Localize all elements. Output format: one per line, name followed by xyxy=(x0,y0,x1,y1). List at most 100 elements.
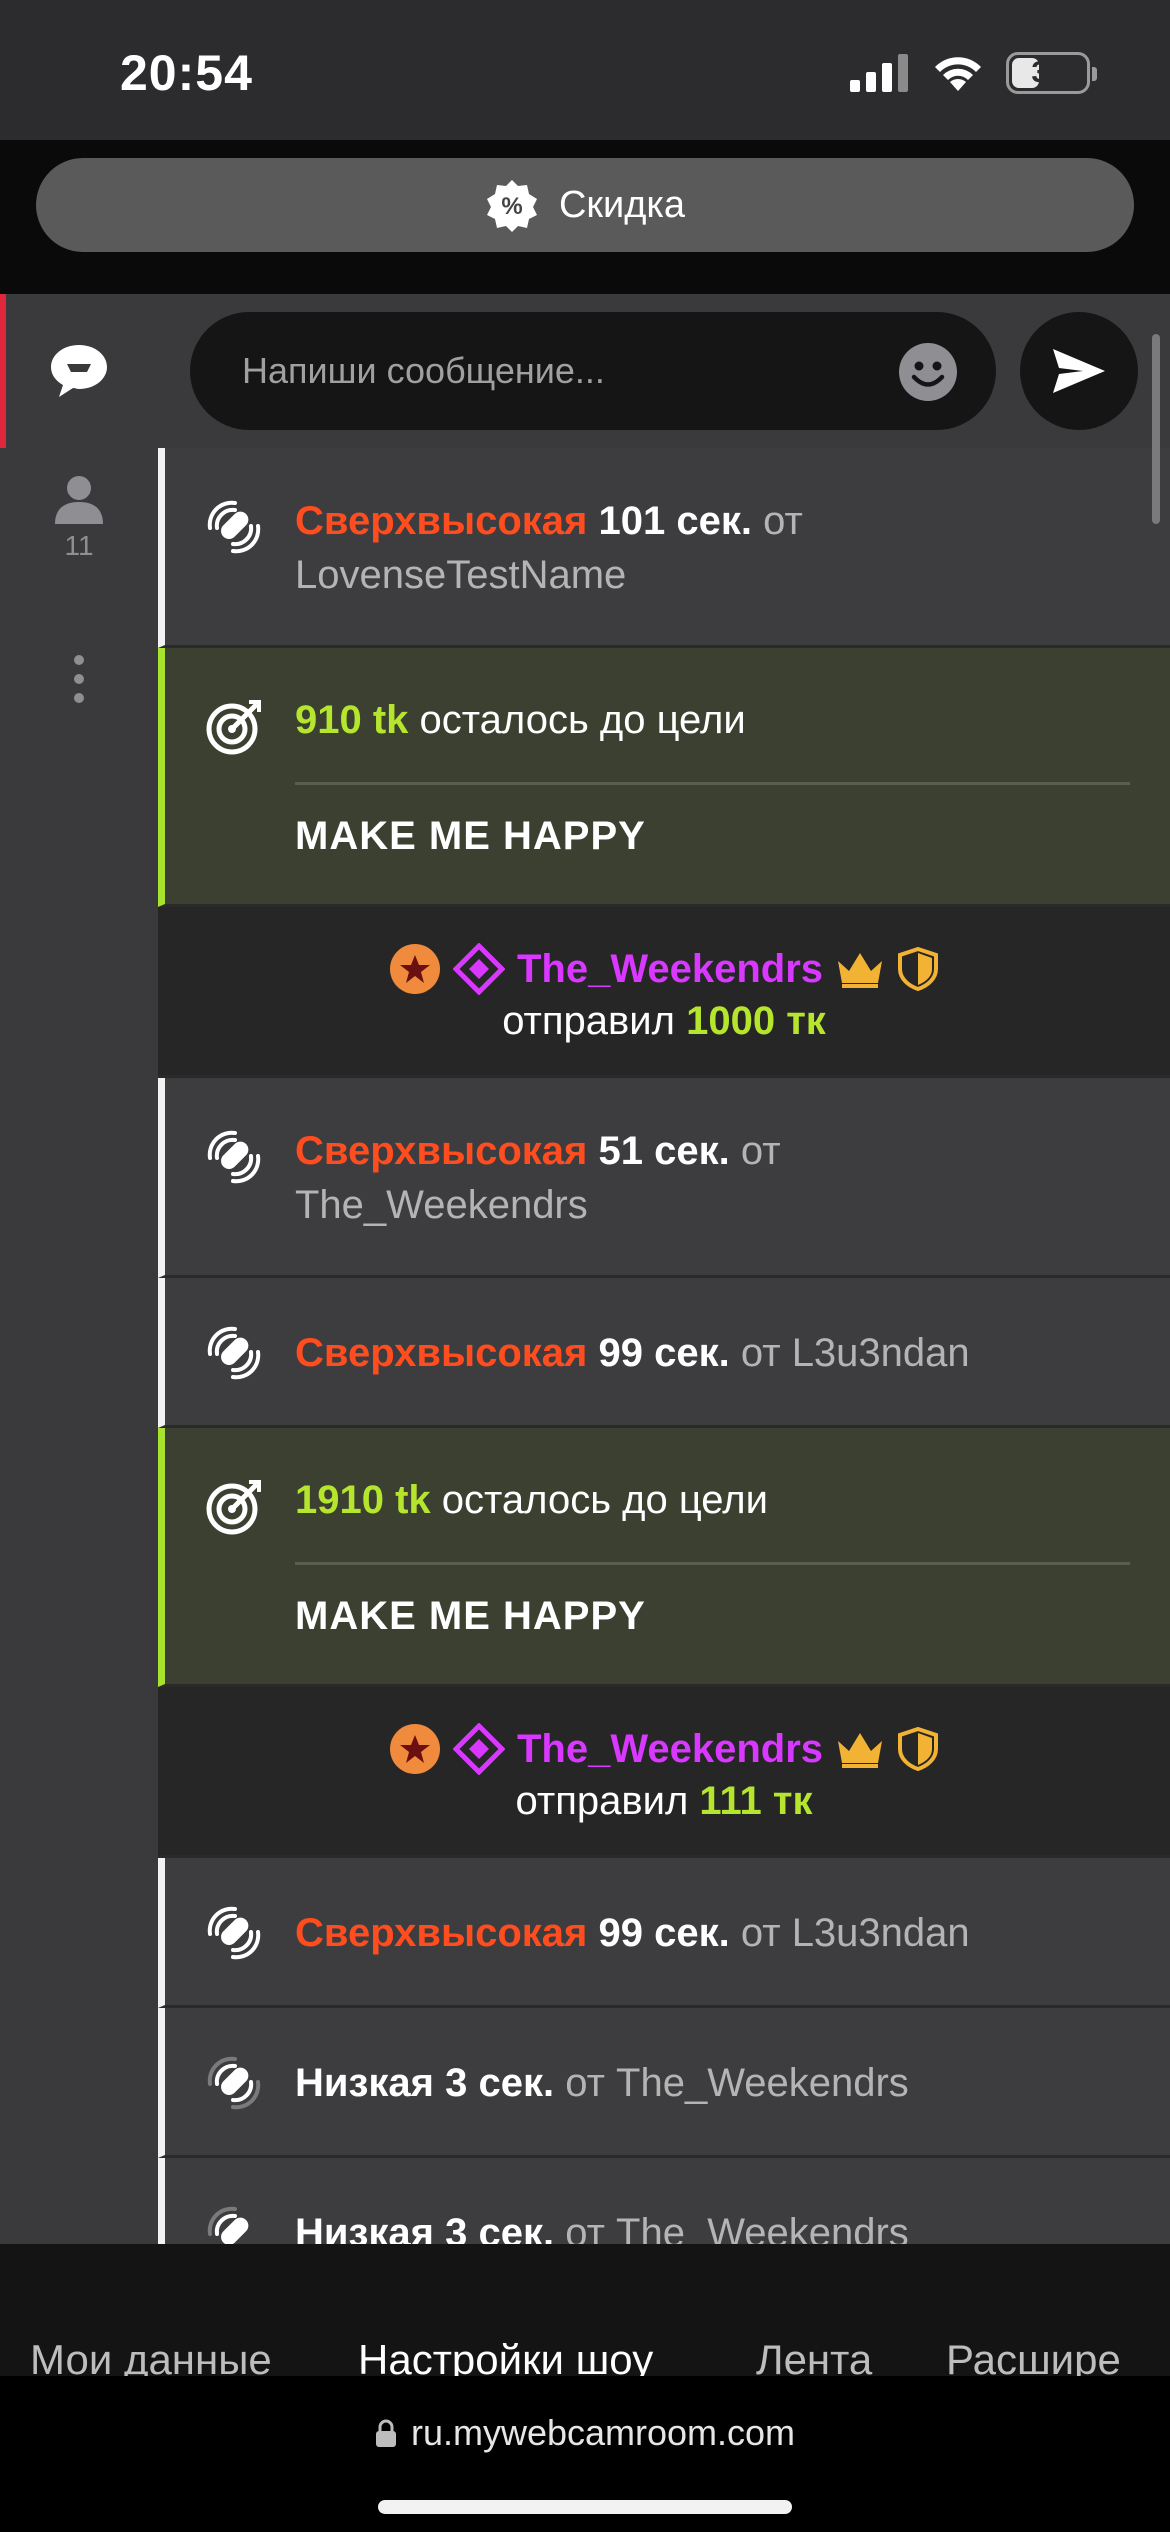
tab-feed[interactable]: Лента xyxy=(756,2336,872,2376)
from-label: от xyxy=(740,1331,781,1375)
username-link[interactable]: LovenseTestName xyxy=(295,553,626,597)
cellular-signal-icon xyxy=(850,54,908,92)
tab-my-data[interactable]: Мои данные xyxy=(30,2336,272,2376)
chat-panel: Сверхвысокая 101 сек. от LovenseTestName… xyxy=(158,294,1170,2244)
goal-amount: 1910 tk xyxy=(295,1478,431,1522)
status-time: 20:54 xyxy=(120,45,253,101)
list-item: Низкая 3 сек. от The_Weekendrs xyxy=(158,2158,1170,2244)
target-goal-icon xyxy=(206,700,261,755)
lock-icon xyxy=(375,2419,396,2447)
vibration-duration: 3 сек. xyxy=(445,2061,555,2105)
browser-url-bar: ru.mywebcamroom.com xyxy=(0,2376,1170,2532)
username-link[interactable]: L3u3ndan xyxy=(792,1331,970,1375)
divider xyxy=(295,1562,1130,1565)
vibration-message: Низкая 3 сек. от The_Weekendrs xyxy=(295,2056,1130,2110)
goal-item: 1910 tk осталось до цели MAKE ME HAPPY xyxy=(158,1428,1170,1687)
users-count: 11 xyxy=(64,530,94,561)
tipper-username[interactable]: The_Weekendrs xyxy=(517,1727,823,1772)
send-button[interactable] xyxy=(1020,312,1138,430)
svg-text:%: % xyxy=(501,193,522,220)
bottom-nav: Мои данные Настройки шоу Лента Расшире xyxy=(0,2244,1170,2376)
tipper-username[interactable]: The_Weekendrs xyxy=(517,947,823,992)
tip-text: отправил 111 тк xyxy=(158,1779,1170,1824)
goal-title: MAKE ME HAPPY xyxy=(295,1594,646,1638)
discount-button[interactable]: % Скидка xyxy=(36,158,1134,252)
list-item: Сверхвысокая 99 сек. от L3u3ndan xyxy=(158,1278,1170,1428)
tab-show-settings[interactable]: Настройки шоу xyxy=(358,2336,653,2376)
url-display[interactable]: ru.mywebcamroom.com xyxy=(0,2412,1170,2454)
sidebar-item-chat[interactable] xyxy=(0,294,158,448)
tip-user: The_Weekendrs xyxy=(158,1723,1170,1775)
status-icons: 34 xyxy=(850,52,1097,94)
username-link[interactable]: The_Weekendrs xyxy=(295,1183,588,1227)
vibration-level: Сверхвысокая xyxy=(295,1331,588,1375)
vibration-level: Сверхвысокая xyxy=(295,499,588,543)
diamond-badge-icon xyxy=(452,1723,505,1775)
discount-percent-icon: % xyxy=(486,180,537,232)
goal-title: MAKE ME HAPPY xyxy=(295,814,646,858)
username-link[interactable]: The_Weekendrs xyxy=(616,2061,909,2105)
shield-icon xyxy=(898,1727,939,1771)
tab-extended[interactable]: Расшире xyxy=(946,2336,1121,2376)
message-input[interactable] xyxy=(190,312,996,430)
list-item: Сверхвысокая 99 сек. от L3u3ndan xyxy=(158,1858,1170,2008)
vibration-duration: 99 сек. xyxy=(598,1331,730,1375)
vibration-icon xyxy=(207,1326,261,1380)
chat-feed: Сверхвысокая 101 сек. от LovenseTestName… xyxy=(158,448,1170,2244)
promo-area: % Скидка xyxy=(0,140,1170,294)
vibration-level: Сверхвысокая xyxy=(295,1911,588,1955)
tip-text: отправил 1000 тк xyxy=(158,999,1170,1044)
list-item: Сверхвысокая 101 сек. от LovenseTestName xyxy=(158,448,1170,648)
chat-bubble-icon xyxy=(51,345,107,397)
star-badge-icon xyxy=(389,944,440,994)
vibration-duration: 3 сек. xyxy=(445,2211,555,2244)
goal-item: 910 tk осталось до цели MAKE ME HAPPY xyxy=(158,648,1170,907)
sidebar-item-users[interactable]: 11 xyxy=(0,474,158,584)
vibration-duration: 101 сек. xyxy=(598,499,752,543)
goal-progress-text: 1910 tk осталось до цели xyxy=(295,1478,768,1523)
from-label: от xyxy=(740,1911,781,1955)
vibration-message: Сверхвысокая 51 сек. от The_Weekendrs xyxy=(295,1124,1130,1232)
url-text: ru.mywebcamroom.com xyxy=(410,2412,796,2453)
diamond-badge-icon xyxy=(452,943,505,995)
from-label: от xyxy=(565,2061,605,2105)
emoji-icon[interactable] xyxy=(898,342,958,402)
vibration-low-icon xyxy=(207,2206,249,2244)
list-item: Низкая 3 сек. от The_Weekendrs xyxy=(158,2008,1170,2158)
from-label: от xyxy=(763,499,803,543)
vibration-message: Сверхвысокая 99 сек. от L3u3ndan xyxy=(295,1326,1130,1380)
target-goal-icon xyxy=(206,1480,261,1535)
home-indicator[interactable] xyxy=(378,2500,792,2514)
goal-progress-text: 910 tk осталось до цели xyxy=(295,698,746,743)
vibration-low-icon xyxy=(207,2056,261,2110)
more-vertical-icon xyxy=(74,655,84,703)
goal-amount: 910 tk xyxy=(295,698,409,742)
battery-icon: 34 xyxy=(1006,52,1097,94)
from-label: от xyxy=(740,1129,781,1173)
vibration-icon xyxy=(207,1906,261,1960)
scrollbar[interactable] xyxy=(1152,334,1160,524)
username-link[interactable]: L3u3ndan xyxy=(792,1911,970,1955)
vibration-level: Низкая xyxy=(295,2211,434,2244)
username-link[interactable]: The_Weekendrs xyxy=(616,2211,909,2244)
list-item: Сверхвысокая 51 сек. от The_Weekendrs xyxy=(158,1078,1170,1278)
vibration-message: Сверхвысокая 99 сек. от L3u3ndan xyxy=(295,1906,1130,1960)
vibration-level: Низкая xyxy=(295,2061,434,2105)
tip-amount: 1000 тк xyxy=(686,999,826,1043)
vibration-icon xyxy=(207,1130,261,1184)
sidebar-more-button[interactable] xyxy=(0,644,158,714)
vibration-level: Сверхвысокая xyxy=(295,1129,588,1173)
vibration-icon xyxy=(207,500,261,554)
vibration-message: Сверхвысокая 101 сек. от LovenseTestName xyxy=(295,494,1130,602)
crown-icon xyxy=(838,1733,883,1768)
vibration-duration: 99 сек. xyxy=(598,1911,730,1955)
tip-sent-label: отправил xyxy=(502,999,675,1043)
tip-sent-label: отправил xyxy=(515,1779,689,1823)
tip-item: The_Weekendrs отправил 1000 тк xyxy=(158,907,1170,1078)
tip-amount: 111 тк xyxy=(699,1779,813,1823)
wifi-icon xyxy=(935,57,981,91)
sidebar: 11 xyxy=(0,294,158,2244)
status-bar: 20:54 34 xyxy=(0,0,1170,140)
star-badge-icon xyxy=(389,1724,440,1774)
message-composer xyxy=(158,294,1170,448)
